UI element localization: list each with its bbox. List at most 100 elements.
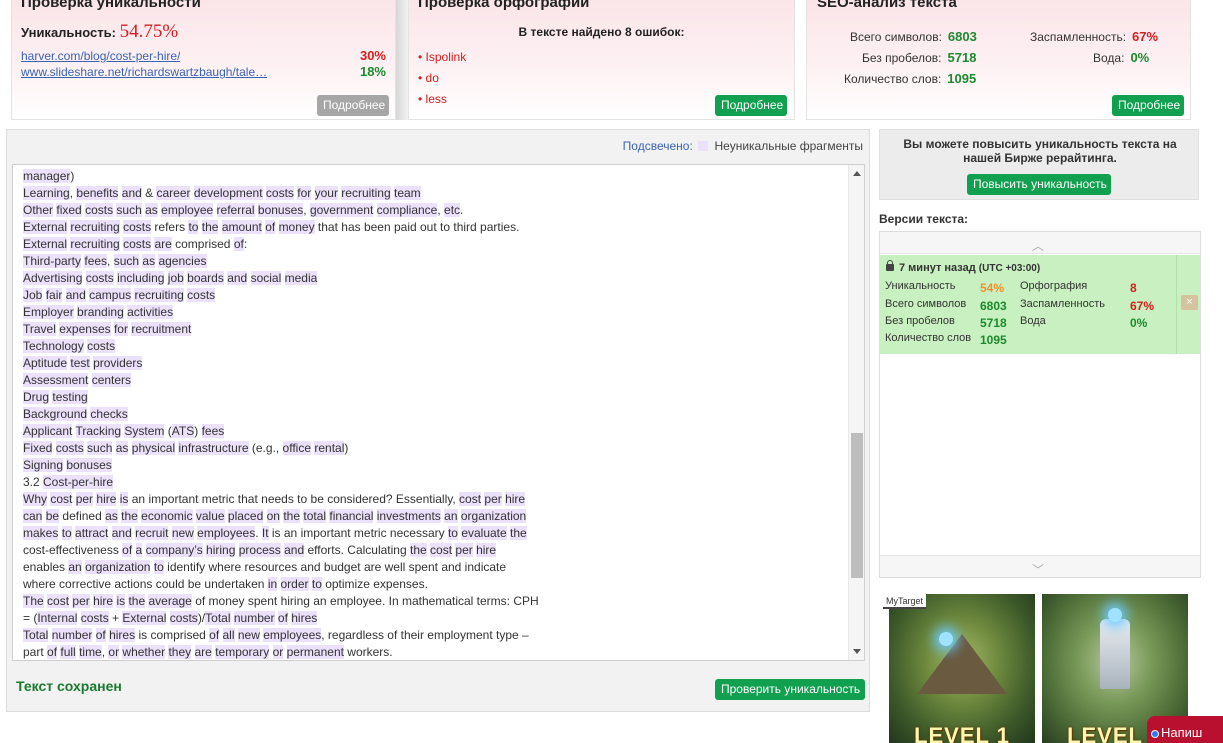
non-unique-fragment: full: [60, 645, 76, 659]
version-time: 7 минут назад (UTC +03:00): [886, 260, 1040, 274]
non-unique-fragment: as: [145, 203, 158, 217]
seo-water-label: Вода:: [1093, 51, 1125, 65]
non-unique-fragment: the: [283, 509, 301, 523]
text-line: enables an organization to identify wher…: [23, 559, 843, 576]
text-fragment: &: [141, 186, 157, 200]
non-unique-fragment: on: [266, 509, 280, 523]
text-fragment: ,: [303, 203, 310, 217]
versions-next[interactable]: ﹀: [880, 555, 1200, 577]
non-unique-fragment: bonuses: [66, 458, 112, 472]
ad-crystal-image: [1108, 608, 1122, 622]
text-line: = (Internal costs + External costs)/Tota…: [23, 610, 843, 627]
scroll-up-icon[interactable]: [853, 171, 861, 176]
spelling-error-word: Ispolink: [425, 50, 467, 64]
non-unique-fragment: rental: [314, 441, 345, 455]
spelling-error-1[interactable]: • Ispolink: [418, 50, 466, 64]
seo-words: Количество слов: 1095: [844, 71, 976, 86]
text-fragment: ): [70, 169, 75, 183]
non-unique-fragment: the: [201, 220, 219, 234]
non-unique-fragment: recruiting: [70, 220, 120, 234]
uniqueness-more-button[interactable]: Подробнее: [317, 95, 389, 116]
non-unique-fragment: temporary: [215, 645, 270, 659]
non-unique-fragment: boards: [187, 271, 224, 285]
non-unique-fragment: attract: [75, 526, 109, 540]
ad-network-badge[interactable]: MyTarget: [883, 594, 927, 609]
text-line: Why cost per hire is an important metric…: [23, 491, 843, 508]
non-unique-fragment: Assessment: [23, 373, 89, 387]
editor-scrollbar[interactable]: [848, 165, 864, 660]
source-link-1[interactable]: harver.com/blog/cost-per-hire/: [21, 49, 180, 63]
non-unique-fragment: economic: [141, 509, 193, 523]
version-spell-value: 8: [1130, 281, 1137, 295]
text-line: makes to attract and recruit new employe…: [23, 525, 843, 542]
text-fragment: comprised: [171, 237, 234, 251]
text-line: Other fixed costs such as employee refer…: [23, 202, 843, 219]
scroll-thumb[interactable]: [851, 433, 863, 578]
non-unique-fragment: can: [23, 509, 43, 523]
spelling-error-3[interactable]: • less: [418, 92, 447, 106]
non-unique-fragment: of: [277, 611, 288, 625]
ad-banner-1[interactable]: LEVEL 1: [889, 594, 1035, 743]
non-unique-fragment: an: [444, 509, 458, 523]
chat-button[interactable]: Напиш: [1147, 716, 1223, 743]
seo-spam: Заспамленность: 67%: [1030, 29, 1158, 44]
ad-caption-1: LEVEL 1: [914, 723, 1010, 743]
text-fragment: ): [194, 424, 202, 438]
spelling-summary: В тексте найдено 8 ошибок:: [518, 25, 685, 39]
highlight-swatch: [698, 141, 709, 151]
non-unique-fragment: Employer: [23, 305, 74, 319]
text-fragment: that has been paid out to third parties.: [314, 220, 520, 234]
non-unique-fragment: as: [105, 509, 118, 523]
check-uniqueness-button[interactable]: Проверить уникальность: [715, 679, 865, 700]
delete-version-icon[interactable]: ×: [1181, 295, 1198, 310]
text-fragment: optimize expenses.: [321, 577, 428, 591]
non-unique-fragment: employees: [197, 526, 256, 540]
seo-more-button[interactable]: Подробнее: [1112, 95, 1184, 116]
non-unique-fragment: be: [45, 509, 60, 523]
non-unique-fragment: expenses: [59, 322, 111, 336]
legend-label: Подсвечено:: [622, 139, 693, 153]
version-nospace-label: Без пробелов: [885, 315, 955, 327]
raise-uniqueness-button[interactable]: Повысить уникальность: [967, 174, 1111, 195]
non-unique-fragment: career: [156, 186, 191, 200]
non-unique-fragment: as: [115, 441, 129, 455]
version-entry[interactable]: 7 минут назад (UTC +03:00) Уникальность …: [880, 255, 1176, 354]
text-line: Signing bonuses: [23, 457, 843, 474]
scroll-down-icon[interactable]: [853, 649, 861, 654]
non-unique-fragment: such: [87, 441, 113, 455]
non-unique-fragment: to: [311, 577, 322, 591]
text-fragment: = (: [23, 611, 38, 625]
text-fragment: ): [344, 441, 349, 455]
versions-prev[interactable]: ︿: [880, 232, 1200, 254]
seo-nospace-label: Без пробелов:: [862, 51, 942, 65]
non-unique-fragment: System: [124, 424, 165, 438]
non-unique-fragment: Aptitude: [23, 356, 68, 370]
spelling-more-button[interactable]: Подробнее: [715, 95, 787, 116]
chevron-down-icon: ﹀: [1032, 563, 1045, 577]
non-unique-fragment: number: [51, 628, 93, 642]
spelling-panel: Проверка орфографии В тексте найдено 8 о…: [408, 0, 795, 120]
source-percent-1: 30%: [359, 48, 386, 63]
text-fragment: is comprised: [135, 628, 210, 642]
non-unique-fragment: hiring: [206, 543, 236, 557]
non-unique-fragment: or: [272, 645, 284, 659]
ad-tower-image: [1100, 619, 1130, 689]
chat-label: Напиш: [1161, 725, 1203, 740]
non-unique-fragment: per: [455, 543, 473, 557]
text-fragment: (e.g.,: [248, 441, 283, 455]
text-fragment: an important metric that needs to be con…: [128, 492, 460, 506]
text-line: Drug testing: [23, 389, 843, 406]
spelling-error-2[interactable]: • do: [418, 71, 439, 85]
non-unique-fragment: fair: [45, 288, 63, 302]
text-fragment: .: [255, 526, 262, 540]
non-unique-fragment: money: [278, 220, 315, 234]
text-line: where corrective actions could be undert…: [23, 576, 843, 593]
non-unique-fragment: Third-party: [23, 254, 82, 268]
text-editor[interactable]: manager) Learning, benefits and & career …: [12, 164, 865, 661]
text-fragment: workers.: [343, 645, 393, 659]
seo-nospace: Без пробелов: 5718: [862, 50, 976, 65]
non-unique-fragment: manager: [23, 169, 71, 183]
source-link-2[interactable]: www.slideshare.net/richardswartzbaugh/ta…: [21, 65, 267, 79]
text-line: Technology costs: [23, 338, 843, 355]
non-unique-fragment: costs: [123, 237, 152, 251]
